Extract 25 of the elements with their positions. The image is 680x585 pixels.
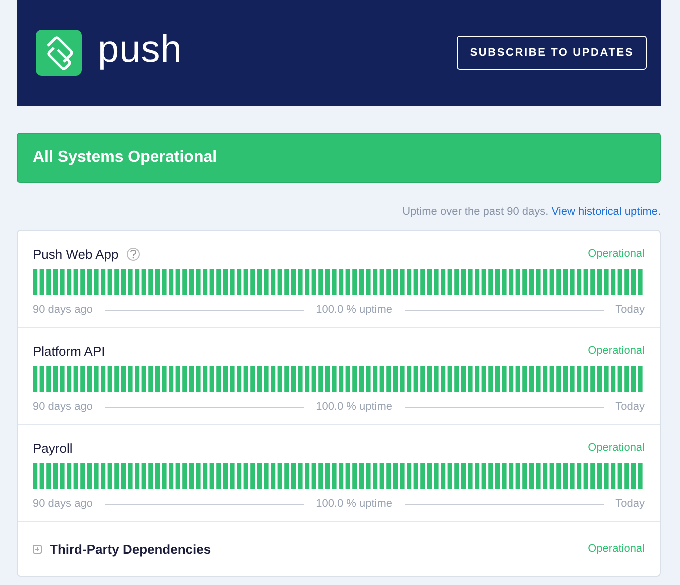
component-name: Payroll bbox=[33, 440, 73, 458]
status-label: Operational bbox=[588, 542, 645, 557]
expand-icon[interactable] bbox=[33, 544, 42, 554]
subscribe-button[interactable]: SUBSCRIBE TO UPDATES bbox=[457, 36, 647, 70]
uptime-percent: 100.0 % uptime bbox=[316, 303, 393, 318]
status-label: Operational bbox=[588, 344, 645, 359]
range-start-label: 90 days ago bbox=[33, 400, 93, 415]
logo-icon bbox=[36, 30, 82, 76]
help-icon[interactable] bbox=[126, 248, 140, 261]
range-start-label: 90 days ago bbox=[33, 497, 93, 512]
group-name[interactable]: Third-Party Dependencies bbox=[50, 540, 212, 559]
range-end-label: Today bbox=[616, 400, 646, 415]
range-end-label: Today bbox=[616, 303, 646, 318]
status-banner: All Systems Operational bbox=[17, 133, 661, 183]
uptime-percent: 100.0 % uptime bbox=[316, 497, 393, 512]
range-start-label: 90 days ago bbox=[33, 303, 93, 318]
uptime-percent: 100.0 % uptime bbox=[316, 400, 393, 415]
historical-uptime-link[interactable]: View historical uptime. bbox=[552, 206, 661, 218]
range-end-label: Today bbox=[616, 497, 646, 512]
component-name: Platform API bbox=[33, 342, 106, 360]
uptime-note: Uptime over the past 90 days. View historical uptime. bbox=[402, 205, 661, 220]
status-label: Operational bbox=[588, 441, 645, 456]
status-label: Operational bbox=[588, 247, 645, 262]
component-name: Push Web App bbox=[33, 246, 119, 264]
logo-text: push bbox=[98, 31, 182, 69]
